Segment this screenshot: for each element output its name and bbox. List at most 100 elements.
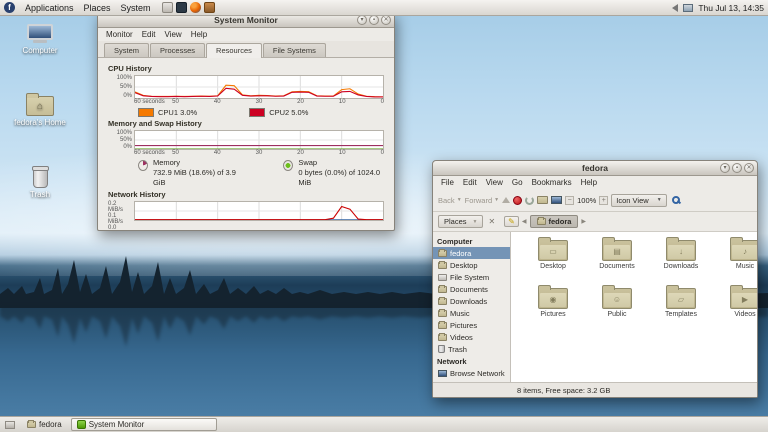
computer-icon[interactable] [551,196,563,204]
folder-item-templates[interactable]: ▱ Templates [649,285,713,336]
breadcrumb-fedora[interactable]: fedora [529,215,579,228]
edit-location-button[interactable]: ✎ [504,216,519,227]
zoom-level: 100% [577,195,597,205]
desktop-icon-trash[interactable]: Trash [7,166,73,199]
sidebar-item-downloads[interactable]: Downloads [433,295,510,307]
forward-dropdown-icon[interactable]: ▼ [494,197,499,203]
view-mode-select[interactable]: Icon View ▼ [611,193,667,207]
folder-icon: ▱ [666,285,696,309]
network-icon[interactable] [683,3,694,12]
cpu1-swatch [138,108,154,117]
trash-icon [438,345,445,353]
folder-icon: ♪ [730,237,757,261]
chevron-down-icon: ▼ [656,197,662,203]
folder-icon [438,332,447,341]
cpu-y-axis: 100% 50% 0% [116,75,132,99]
memory-pie-icon [138,160,148,171]
menu-edit[interactable]: Edit [459,178,481,187]
swap-dot-icon [283,160,294,171]
file-icon-view[interactable]: ▭ Desktop ▤ Documents ↓ Downloads ♪ Music ◉ P… [511,232,757,382]
menu-help[interactable]: Help [187,30,211,39]
fedora-menu-icon[interactable]: f [4,2,15,13]
folder-item-music[interactable]: ♪ Music [713,237,757,288]
maximize-button[interactable]: ▪ [369,15,379,25]
terminal-icon[interactable] [175,2,187,13]
minimize-button[interactable]: ▾ [357,15,367,25]
up-icon[interactable] [502,197,511,203]
show-desktop-button[interactable] [2,418,18,431]
menu-edit[interactable]: Edit [138,30,160,39]
folder-item-desktop[interactable]: ▭ Desktop [521,237,585,288]
tab-file-systems[interactable]: File Systems [262,43,326,57]
trash-icon [31,166,49,188]
sidebar-item-trash[interactable]: Trash [433,343,510,355]
sidebar-item-music[interactable]: Music [433,307,510,319]
titlebar[interactable]: fedora ▾ ▪ ✕ [433,161,757,176]
maximize-button[interactable]: ▪ [732,163,742,173]
task-fedora[interactable]: fedora [22,418,67,431]
menu-file[interactable]: File [437,178,458,187]
sidebar-item-documents[interactable]: Documents [433,283,510,295]
back-dropdown-icon[interactable]: ▼ [457,197,462,203]
applications-menu[interactable]: Applications [20,0,79,16]
reload-icon[interactable] [525,195,535,205]
swap-value: 0 bytes (0.0%) of 1024.0 MiB [298,168,381,188]
memory-history-chart [134,130,384,150]
menu-go[interactable]: Go [508,178,527,187]
menu-bookmarks[interactable]: Bookmarks [528,178,576,187]
breadcrumb-left-icon[interactable]: ◀ [522,218,527,225]
folder-item-public[interactable]: ☺ Public [585,285,649,336]
system-menu[interactable]: System [116,0,156,16]
sidebar-item-pictures[interactable]: Pictures [433,319,510,331]
places-select[interactable]: Places ▼ [438,215,484,228]
desktop-icon-computer[interactable]: Computer [7,24,73,55]
volume-icon[interactable] [672,3,679,12]
firefox-icon[interactable] [189,2,201,13]
forward-button[interactable]: Forward ▼ [465,196,499,205]
sidebar-item-fedora[interactable]: fedora [433,247,510,259]
computer-icon [27,24,53,44]
zoom-in-button[interactable]: + [599,195,609,205]
menu-view[interactable]: View [160,30,185,39]
clock[interactable]: Thu Jul 13, 14:35 [698,3,764,13]
task-system-monitor[interactable]: System Monitor [70,418,217,431]
minimize-button[interactable]: ▾ [720,163,730,173]
desktop-icon-label: fedora's Home [14,118,66,127]
back-button[interactable]: Back ▼ [438,196,462,205]
sidebar-item-file-system[interactable]: File System [433,271,510,283]
folder-item-pictures[interactable]: ◉ Pictures [521,285,585,336]
sidebar-item-desktop[interactable]: Desktop [433,259,510,271]
sidebar-item-videos[interactable]: Videos [433,331,510,343]
tab-resources[interactable]: Resources [206,43,262,58]
network-history-title: Network History [108,190,166,200]
places-menu[interactable]: Places [79,0,116,16]
folder-item-downloads[interactable]: ↓ Downloads [649,237,713,288]
stop-icon[interactable] [513,195,523,205]
text-editor-icon[interactable] [161,2,173,13]
desktop: f Applications Places System Thu Jul 13,… [0,0,768,432]
desktop-icon-home[interactable]: ⌂ fedora's Home [7,93,73,127]
tab-processes[interactable]: Processes [150,43,206,57]
memory-legend: Memory 732.9 MiB (18.6%) of 3.9 GiB Swap… [108,158,384,188]
tab-system[interactable]: System [104,43,150,57]
sidebar-item-browse-network[interactable]: Browse Network [433,367,510,379]
memory-history-title: Memory and Swap History [108,119,202,128]
close-button[interactable]: ✕ [744,163,754,173]
close-sidebar-button[interactable]: ✕ [486,217,497,226]
search-icon[interactable] [671,196,680,204]
menubar: File Edit View Go Bookmarks Help [433,176,757,189]
close-button[interactable]: ✕ [381,15,391,25]
menu-view[interactable]: View [482,178,507,187]
folder-icon: ▶ [730,285,757,309]
zoom-out-button[interactable]: − [565,195,575,205]
folder-icon: ◉ [538,285,568,309]
breadcrumb-right-icon[interactable]: ▶ [581,218,586,225]
menu-help[interactable]: Help [577,178,601,187]
package-icon[interactable] [203,2,215,13]
menu-monitor[interactable]: Monitor [102,30,137,39]
cpu1-label: CPU1 3.0% [158,108,198,117]
folder-item-videos[interactable]: ▶ Videos [713,285,757,336]
home-icon[interactable] [537,196,549,204]
folder-icon [438,260,447,269]
folder-item-documents[interactable]: ▤ Documents [585,237,649,288]
